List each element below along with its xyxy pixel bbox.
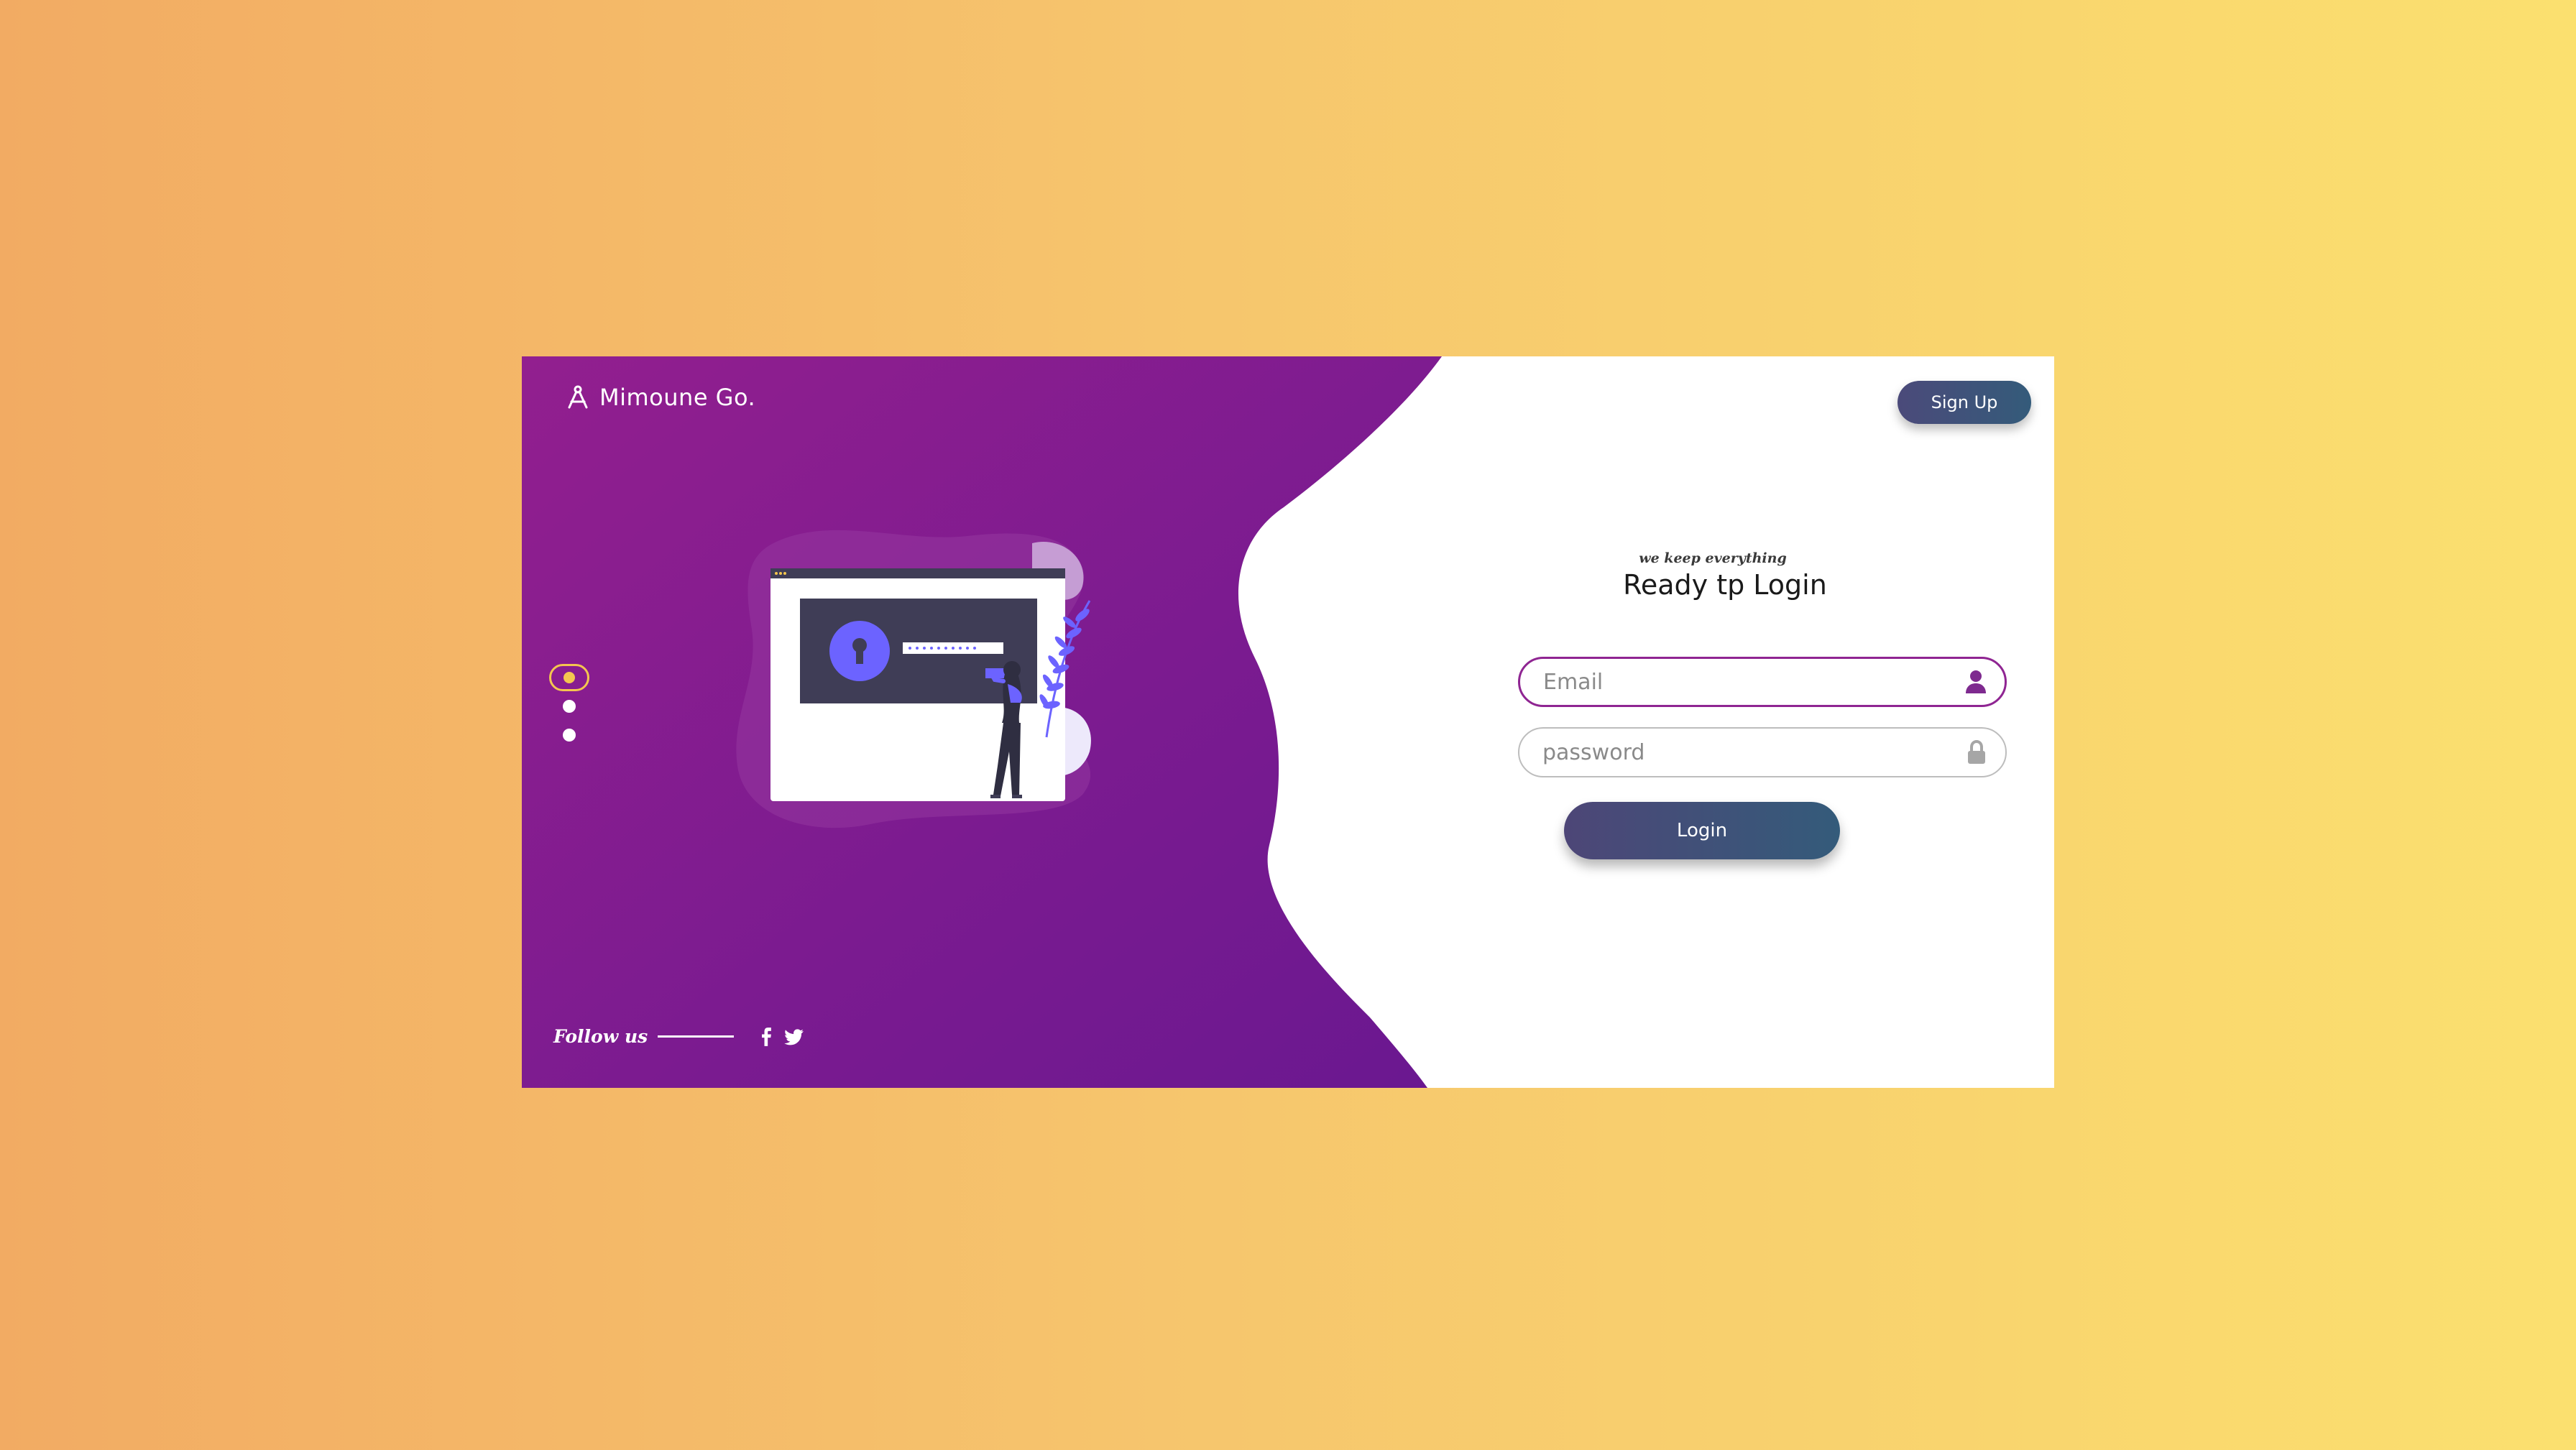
login-illustration bbox=[736, 530, 1091, 828]
email-input[interactable] bbox=[1542, 668, 1964, 696]
tagline: we keep everything bbox=[1639, 550, 1787, 566]
twitter-icon[interactable] bbox=[784, 1027, 804, 1047]
password-field[interactable] bbox=[1518, 727, 2007, 777]
password-input[interactable] bbox=[1541, 739, 1965, 766]
login-card: Mimoune Go. Sign Up Follow us we keep ev… bbox=[522, 356, 2054, 1088]
social-links bbox=[757, 1027, 804, 1047]
slider-dot-active[interactable] bbox=[549, 664, 589, 691]
slider-dot[interactable] bbox=[563, 700, 576, 713]
user-icon bbox=[1966, 670, 1986, 693]
lock-icon bbox=[1968, 740, 1985, 764]
compass-logo-icon bbox=[568, 385, 588, 409]
login-button[interactable]: Login bbox=[1564, 802, 1840, 859]
follow-divider bbox=[658, 1035, 735, 1038]
slider-dot[interactable] bbox=[563, 729, 576, 742]
page-title: Ready tp Login bbox=[1623, 569, 1827, 601]
follow-us-label: Follow us bbox=[553, 1026, 648, 1047]
facebook-icon[interactable] bbox=[757, 1027, 777, 1047]
brand[interactable]: Mimoune Go. bbox=[565, 384, 755, 411]
sign-up-button[interactable]: Sign Up bbox=[1898, 381, 2031, 424]
follow-us: Follow us bbox=[553, 1026, 804, 1047]
email-field[interactable] bbox=[1518, 657, 2007, 707]
login-heading: we keep everything Ready tp Login bbox=[1574, 550, 1876, 601]
brand-name: Mimoune Go. bbox=[599, 384, 756, 411]
slider-pagination bbox=[549, 664, 592, 742]
